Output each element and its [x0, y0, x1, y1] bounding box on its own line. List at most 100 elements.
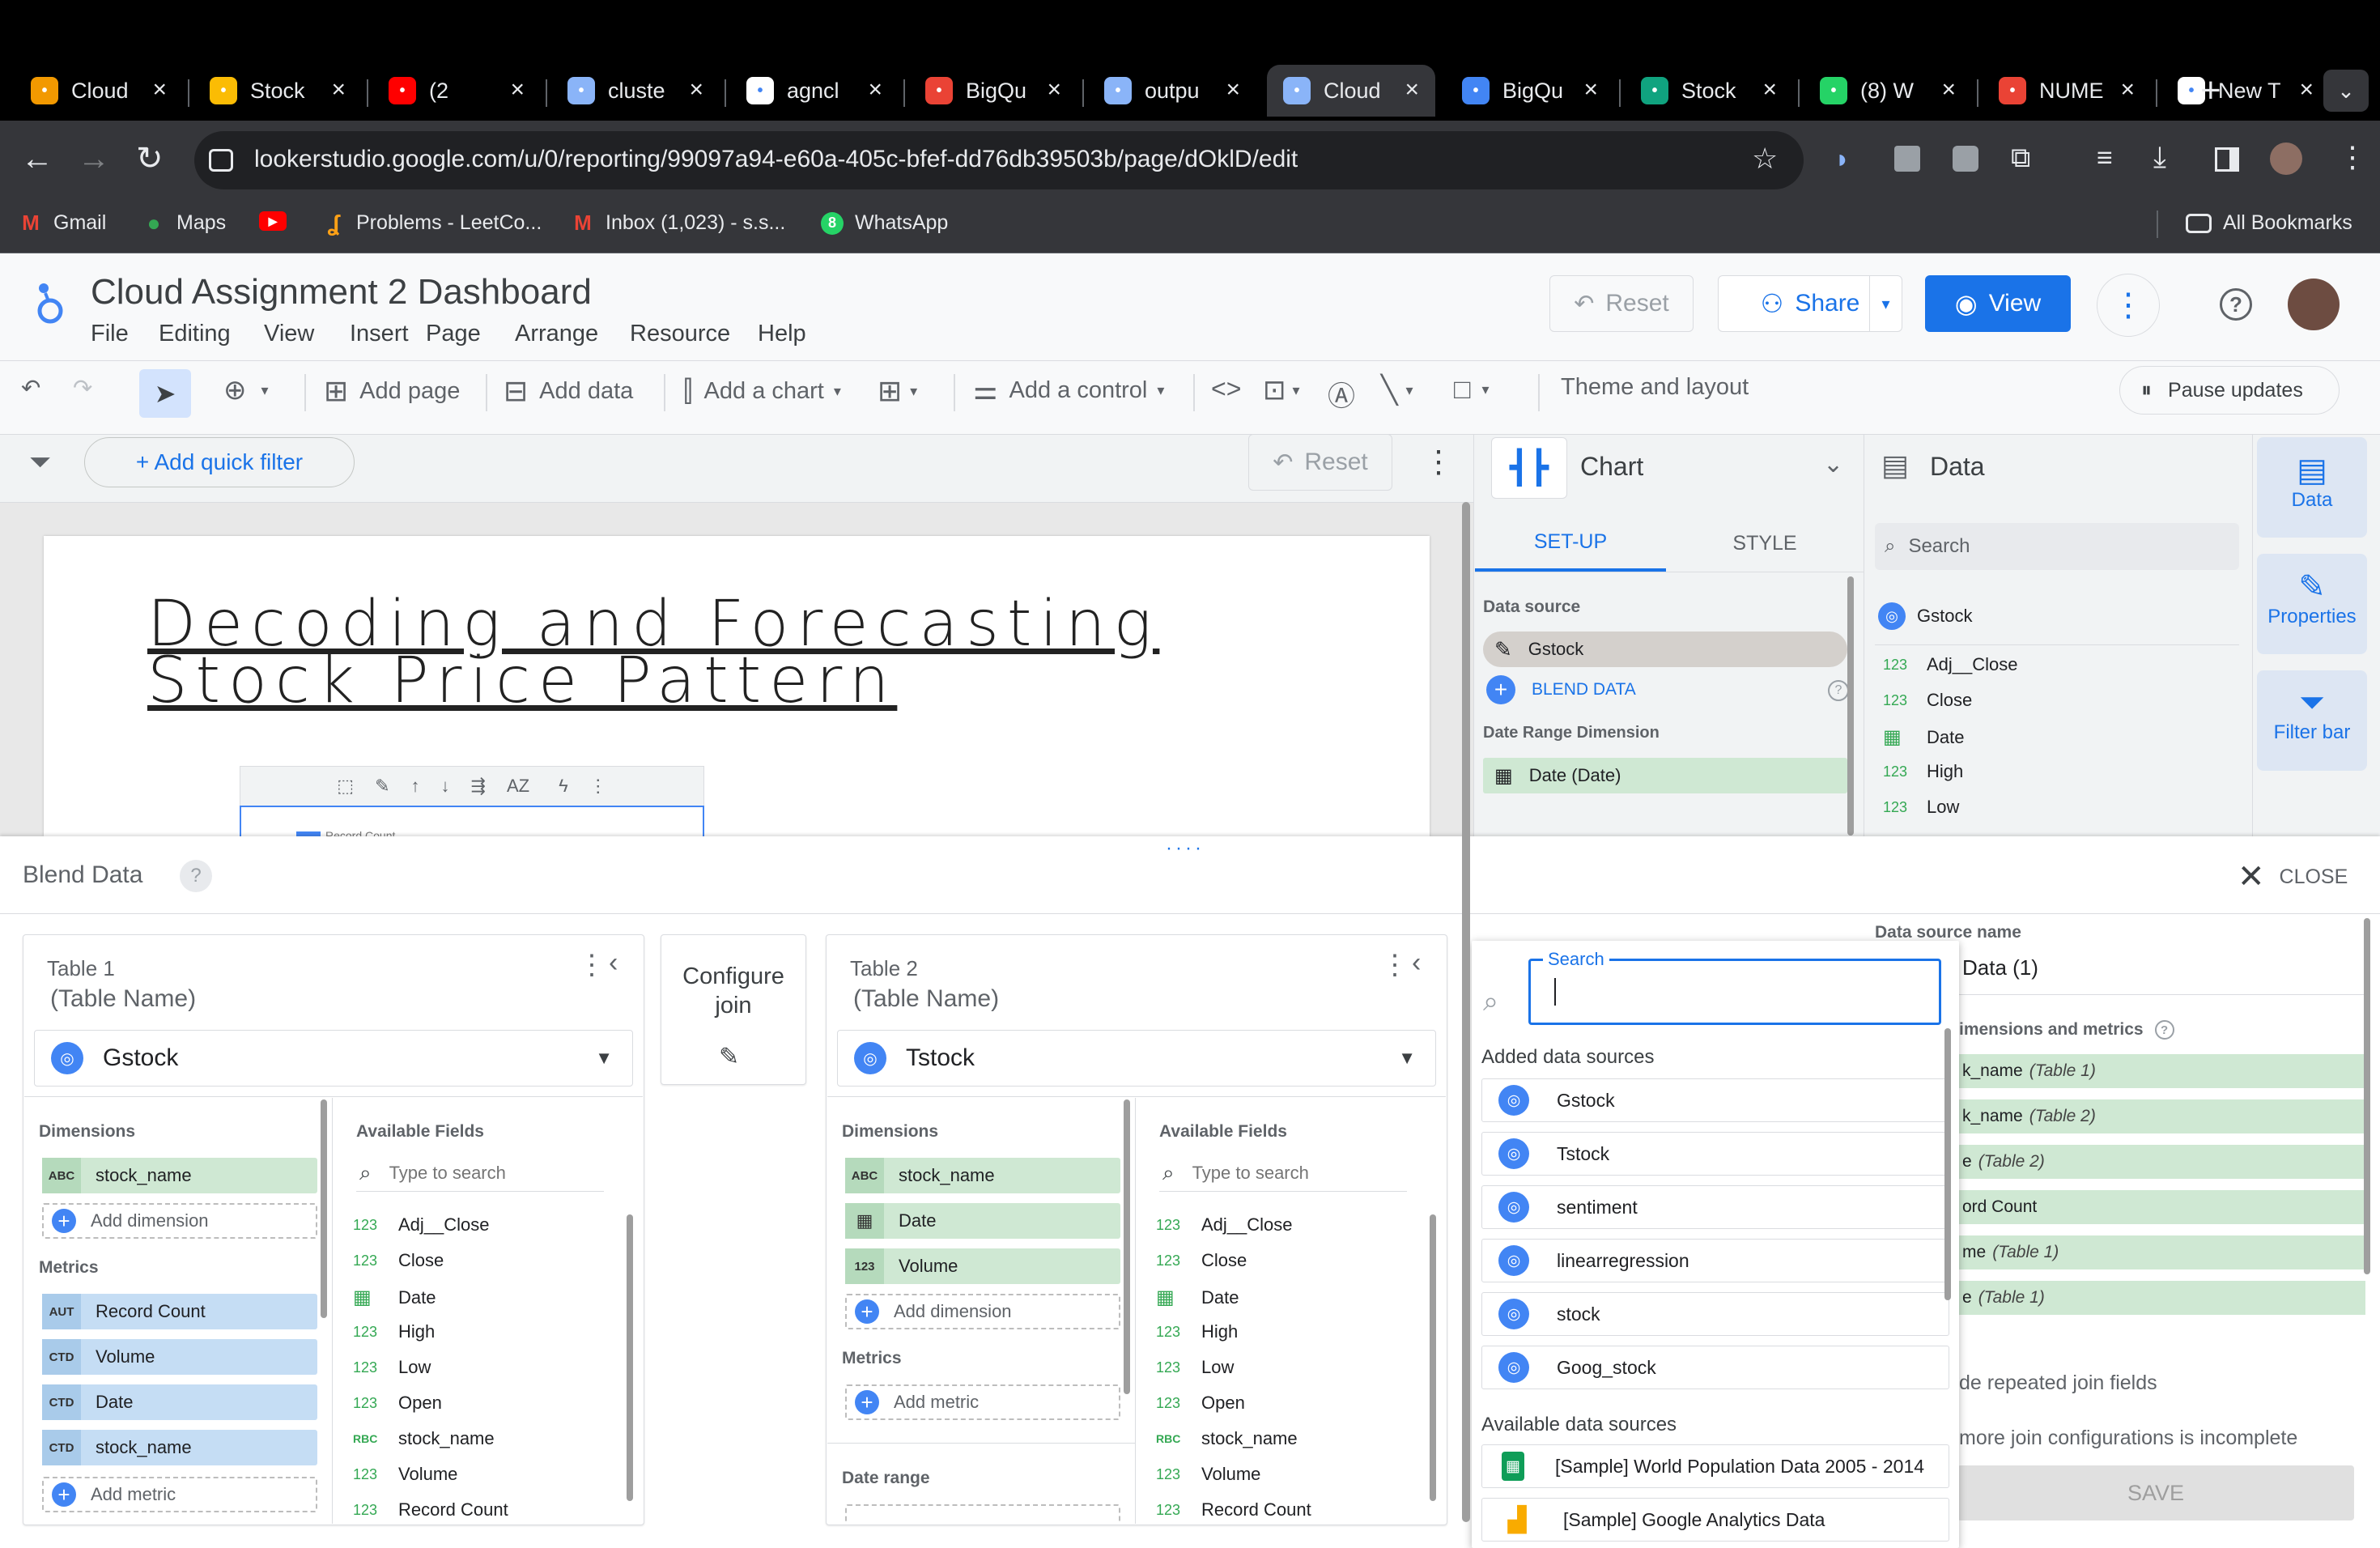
rail-properties-button[interactable]: ✎ Properties	[2257, 554, 2367, 654]
table1-more-icon[interactable]: ⋮	[578, 949, 606, 981]
sort-icon[interactable]: ⇶	[471, 776, 486, 797]
browser-tab[interactable]: • (2 ×	[372, 65, 541, 117]
send-backward-icon[interactable]: ↓	[441, 776, 450, 797]
available-field[interactable]: 123 Volume	[353, 1464, 457, 1485]
az-sort-icon[interactable]: AZ	[507, 776, 529, 797]
add-chart-button[interactable]: ⫿ Add a chart ▾	[683, 374, 841, 409]
close-tab-icon[interactable]: ×	[510, 76, 525, 104]
bring-forward-icon[interactable]: ↑	[411, 776, 420, 797]
profile-avatar[interactable]	[2270, 142, 2302, 175]
close-tab-icon[interactable]: ×	[1583, 76, 1598, 104]
data-source-chip[interactable]: ✎ Gstock	[1483, 632, 1847, 667]
source-world-population[interactable]: ▦ [Sample] World Population Data 2005 - 2…	[1481, 1444, 1949, 1488]
data-field[interactable]: 123 High	[1883, 761, 1963, 782]
help-icon[interactable]: ?	[2154, 1020, 2174, 1040]
source-item[interactable]: ◎ linearregression	[1481, 1239, 1949, 1282]
more-options-icon[interactable]: ⋮	[2097, 274, 2160, 337]
menu-view[interactable]: View	[264, 321, 314, 347]
all-bookmarks[interactable]: All Bookmarks	[2186, 211, 2352, 235]
resize-handle[interactable]: ····	[1166, 837, 1205, 860]
looker-logo-icon[interactable]	[32, 279, 68, 327]
data-field[interactable]: 123 Close	[1883, 690, 1972, 711]
browser-tab[interactable]: • agncl ×	[730, 65, 899, 117]
report-title[interactable]: Cloud Assignment 2 Dashboard	[91, 272, 592, 313]
dimension-chip[interactable]: ABC stock_name	[845, 1158, 1120, 1193]
blended-field[interactable]: e (Table 2)	[1954, 1145, 2365, 1179]
blended-field[interactable]: me (Table 1)	[1954, 1235, 2365, 1269]
help-icon[interactable]: ?	[180, 860, 212, 892]
available-field[interactable]: RBC stock_name	[1156, 1428, 1298, 1449]
puzzle-icon[interactable]: ⧉	[2011, 144, 2030, 172]
browser-tab[interactable]: • cluste ×	[551, 65, 720, 117]
embed-icon[interactable]: <>	[1211, 374, 1241, 404]
menu-insert[interactable]: Insert	[350, 321, 409, 347]
available-field[interactable]: 123 Close	[353, 1250, 444, 1271]
user-avatar[interactable]	[2288, 279, 2340, 330]
table1-collapse-icon[interactable]: ‹	[609, 947, 618, 979]
ds-name-value[interactable]: Data (1)	[1962, 955, 2038, 980]
source-item[interactable]: ◎ sentiment	[1481, 1185, 1949, 1229]
available-field[interactable]: 123 Close	[1156, 1250, 1247, 1271]
blended-field[interactable]: ord Count	[1954, 1190, 2365, 1224]
bookmark-gmail[interactable]: M Gmail	[19, 211, 106, 235]
table2-add-date-range[interactable]	[845, 1504, 1120, 1524]
available-field[interactable]: 123 Low	[353, 1357, 431, 1378]
close-tab-icon[interactable]: ×	[1226, 76, 1240, 104]
chart-panel-expand-icon[interactable]: ⌄	[1823, 450, 1843, 478]
available-field[interactable]: 123 Open	[353, 1393, 442, 1414]
select-tool-icon[interactable]: ➤	[139, 369, 191, 418]
blended-field[interactable]: e (Table 1)	[1954, 1281, 2365, 1315]
share-dropdown-icon[interactable]: ▾	[1869, 276, 1902, 331]
save-button[interactable]: SAVE	[1957, 1465, 2354, 1520]
available-field[interactable]: 123 Record Count	[353, 1499, 508, 1520]
image-icon[interactable]: ⊡ ▾	[1263, 374, 1300, 406]
available-field[interactable]: 123 Volume	[1156, 1464, 1260, 1485]
filter-reset-button[interactable]: ↶ Reset	[1248, 434, 1392, 491]
close-tab-icon[interactable]: ×	[1762, 76, 1777, 104]
metric-chip[interactable]: AUT Record Count	[42, 1294, 317, 1329]
source-google-analytics[interactable]: ▟ [Sample] Google Analytics Data	[1481, 1498, 1949, 1542]
available-field[interactable]: 123 High	[353, 1321, 435, 1342]
scrollbar[interactable]	[1847, 576, 1854, 836]
line-icon[interactable]: ╲ ▾	[1381, 374, 1413, 406]
shape-icon[interactable]: □ ▾	[1454, 374, 1490, 406]
metric-chip[interactable]: CTD Volume	[42, 1339, 317, 1375]
browser-tab[interactable]: • outpu ×	[1088, 65, 1256, 117]
select-icon[interactable]: ⬚	[337, 776, 354, 797]
browser-tab[interactable]: • Stock ×	[193, 65, 362, 117]
scrollbar[interactable]	[627, 1214, 633, 1501]
undo-icon[interactable]: ↶	[21, 374, 40, 402]
text-icon[interactable]: Ⓐ	[1328, 374, 1355, 414]
browser-tab[interactable]: • BigQu ×	[1446, 65, 1614, 117]
blended-field[interactable]: k_name (Table 2)	[1954, 1099, 2365, 1133]
media-control-icon[interactable]: ≡	[2097, 144, 2113, 172]
date-range-chip[interactable]: ▦ Date (Date)	[1483, 758, 1847, 793]
help-icon[interactable]: ?	[2220, 288, 2252, 321]
table2-source-select[interactable]: ◎ Tstock ▼	[837, 1030, 1436, 1087]
available-field[interactable]: 123 Record Count	[1156, 1499, 1311, 1520]
theme-layout-button[interactable]: Theme and layout	[1561, 374, 1749, 401]
tab-search-icon[interactable]: ⌄	[2323, 70, 2369, 112]
browser-tab[interactable]: • Cloud ×	[15, 65, 183, 117]
menu-arrange[interactable]: Arrange	[515, 321, 598, 347]
forward-icon[interactable]: →	[78, 142, 110, 175]
browser-tab[interactable]: • (8) W ×	[1804, 65, 1972, 117]
close-tab-icon[interactable]: ×	[689, 76, 703, 104]
dimension-chip[interactable]: ABC stock_name	[42, 1158, 317, 1193]
lightning-icon[interactable]: ϟ	[559, 776, 568, 797]
share-button[interactable]: ⚇ Share ▾	[1718, 275, 1902, 332]
edit-icon[interactable]: ✎	[375, 776, 389, 797]
pencil-icon[interactable]: ✎	[1494, 637, 1512, 662]
table2-field-search[interactable]: ⌕ Type to search	[1159, 1155, 1407, 1192]
browser-tab[interactable]: • Cloud ×	[1267, 65, 1435, 117]
site-info-icon[interactable]	[209, 149, 233, 172]
menu-resource[interactable]: Resource	[630, 321, 730, 347]
reset-button[interactable]: ↶ Reset	[1549, 275, 1694, 332]
source-item[interactable]: ◎ Gstock	[1481, 1078, 1949, 1122]
redo-icon[interactable]: ↷	[73, 374, 92, 402]
add-page-button[interactable]: ⊞ Add page	[324, 374, 460, 408]
reload-icon[interactable]: ↻	[136, 142, 164, 175]
tab-style[interactable]: STYLE	[1668, 515, 1862, 572]
close-tab-icon[interactable]: ×	[868, 76, 882, 104]
table2-name[interactable]: (Table Name)	[853, 985, 999, 1014]
